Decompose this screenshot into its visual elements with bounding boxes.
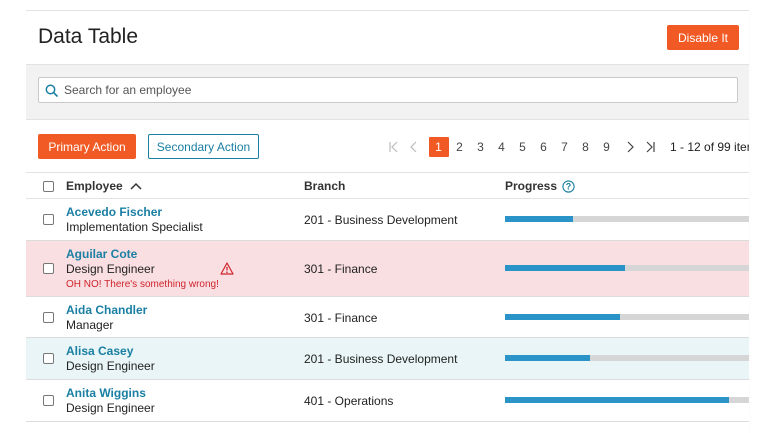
employee-name-link[interactable]: Anita Wiggins (66, 386, 155, 401)
search-icon (45, 84, 58, 97)
progress-bar-fill (505, 313, 620, 320)
column-header-branch[interactable]: Branch (304, 173, 345, 199)
panel-header: Data Table Disable It (26, 11, 749, 64)
page-number-1[interactable]: 1 (428, 136, 449, 157)
progress-bar (505, 313, 749, 320)
branch-cell: 201 - Business Development (304, 352, 458, 366)
page-number-5[interactable]: 5 (513, 137, 533, 157)
table-row[interactable]: Alisa Casey Design Engineer 201 - Business… (26, 338, 749, 380)
row-checkbox[interactable] (43, 353, 54, 364)
help-icon[interactable]: ? (562, 179, 575, 193)
prev-page-icon[interactable] (404, 137, 424, 157)
progress-bar-fill (505, 355, 591, 361)
branch-cell: 201 - Business Development (304, 213, 458, 227)
progress-bar-fill (505, 216, 574, 222)
progress-bar (505, 397, 749, 403)
secondary-action-button[interactable]: Secondary Action (148, 134, 259, 159)
page-title: Data Table (38, 25, 139, 48)
employee-table: Employee Branch Progress ? Acevedo Fisch… (26, 172, 749, 422)
next-page-icon[interactable] (620, 137, 640, 157)
table-body: Acevedo Fischer Implementation Specialist… (26, 199, 749, 422)
employee-name-link[interactable]: Acevedo Fischer (66, 205, 203, 220)
select-all-checkbox[interactable] (43, 181, 54, 192)
table-row[interactable]: Acevedo Fischer Implementation Specialist… (26, 199, 749, 241)
page-number-3[interactable]: 3 (471, 137, 491, 157)
page-number-7[interactable]: 7 (555, 137, 575, 157)
page-numbers: 123456789 (428, 136, 617, 157)
row-checkbox[interactable] (43, 311, 54, 323)
pagination: 123456789 1 - 12 of 99 items (384, 136, 749, 157)
column-header-employee[interactable]: Employee (66, 173, 143, 199)
page-number-8[interactable]: 8 (576, 137, 596, 157)
data-table-panel: Data Table Disable It Primary Action Sec… (26, 10, 749, 433)
employee-title: Design Engineer (66, 262, 155, 276)
search-input[interactable] (64, 83, 704, 97)
employee-title: Design Engineer (66, 359, 155, 373)
employee-name-link[interactable]: Aguilar Cote (66, 247, 219, 262)
primary-action-button[interactable]: Primary Action (38, 134, 136, 159)
row-checkbox[interactable] (43, 214, 54, 225)
branch-cell: 301 - Finance (304, 262, 378, 276)
employee-cell: Anita Wiggins Design Engineer (66, 386, 155, 416)
progress-bar-fill (505, 397, 730, 403)
first-page-icon[interactable] (384, 137, 404, 157)
disable-button[interactable]: Disable It (667, 25, 739, 50)
progress-bar (505, 216, 749, 222)
employee-cell: Acevedo Fischer Implementation Specialist (66, 205, 203, 235)
search-box[interactable] (38, 77, 738, 103)
row-checkbox[interactable] (43, 395, 54, 406)
progress-bar (505, 355, 749, 361)
search-band (26, 64, 749, 120)
employee-title: Implementation Specialist (66, 220, 203, 234)
column-header-progress[interactable]: Progress ? (505, 173, 575, 199)
employee-title: Manager (66, 317, 114, 332)
table-row[interactable]: Aida Chandler Manager 301 - Finance (26, 297, 749, 338)
page-number-2[interactable]: 2 (450, 137, 470, 157)
table-row[interactable]: Aguilar Cote Design Engineer OH NO! There'… (26, 241, 749, 297)
page-number-6[interactable]: 6 (534, 137, 554, 157)
table-header: Employee Branch Progress ? (26, 172, 749, 199)
progress-bar-fill (505, 265, 625, 271)
employee-name-link[interactable]: Alisa Casey (66, 344, 155, 359)
row-error-message: OH NO! There's something wrong! (66, 279, 219, 290)
employee-title: Design Engineer (66, 401, 155, 415)
sort-ascending-icon (130, 182, 142, 190)
branch-cell: 301 - Finance (304, 310, 378, 325)
progress-bar (505, 265, 749, 271)
warning-icon (220, 262, 234, 275)
row-checkbox[interactable] (43, 263, 54, 274)
svg-text:?: ? (566, 181, 572, 191)
page-number-4[interactable]: 4 (492, 137, 512, 157)
employee-cell: Aida Chandler Manager (66, 303, 147, 333)
page-number-9[interactable]: 9 (597, 137, 617, 157)
branch-cell: 401 - Operations (304, 394, 394, 408)
pagination-info: 1 - 12 of 99 items (670, 139, 749, 154)
toolbar: Primary Action Secondary Action 12345678… (26, 120, 749, 172)
employee-name-link[interactable]: Aida Chandler (66, 303, 147, 318)
last-page-icon[interactable] (640, 137, 660, 157)
employee-cell: Alisa Casey Design Engineer (66, 344, 155, 374)
table-row[interactable]: Anita Wiggins Design Engineer 401 - Operat… (26, 380, 749, 422)
employee-cell: Aguilar Cote Design Engineer OH NO! There'… (66, 247, 219, 292)
